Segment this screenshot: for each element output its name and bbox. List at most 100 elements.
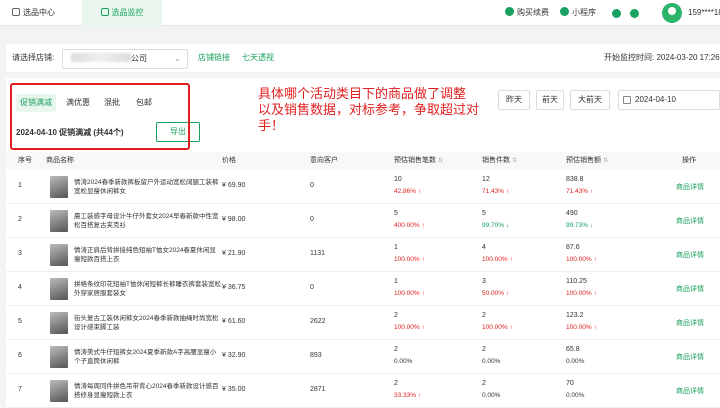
sales-amount: 123.2: [566, 312, 584, 319]
sales-change: 100.00% ↑: [566, 256, 597, 263]
headset-icon[interactable]: [612, 9, 621, 18]
product-detail-link[interactable]: 商品详情: [676, 250, 704, 260]
intent-customers: 0: [310, 284, 314, 291]
product-detail-link[interactable]: 商品详情: [676, 318, 704, 328]
product-name[interactable]: 晨工装感字母设计牛仔外套女2024早春新款中性宽松百搭复古夹克衫: [74, 212, 222, 230]
product-name[interactable]: 情涛正肩后背拼接纯色短袖T恤女2024春夏休闲显瘦短款百搭上衣: [74, 246, 222, 264]
store-label: 请选择店铺:: [12, 53, 55, 62]
pieces: 2: [482, 346, 486, 353]
table-row: 1 情涛2024春季新款裤板留户外运动宽松阔腿工装裤宽松显瘦休闲裤女 ¥ 69.…: [6, 170, 720, 204]
col-orders[interactable]: 预估销售笔数 ⇅: [394, 152, 443, 170]
price: ¥ 35.00: [222, 386, 246, 393]
sales-amount: 70: [566, 380, 574, 387]
orders-change: 100.00% ↑: [394, 324, 425, 331]
mini-program-button[interactable]: 小程序: [560, 0, 596, 26]
price: ¥ 21.90: [222, 250, 246, 257]
product-thumbnail[interactable]: [50, 380, 68, 402]
yesterday-button[interactable]: 昨天: [498, 90, 530, 110]
orders: 2: [394, 380, 398, 387]
avatar[interactable]: [662, 3, 682, 23]
table-row: 3 情涛正肩后背拼接纯色短袖T恤女2024春夏休闲显瘦短款百搭上衣 ¥ 21.9…: [6, 238, 720, 272]
orders-change: 42.86% ↑: [394, 188, 422, 195]
table-row: 5 街头复古工装休闲裤女2024春季新款抽绳时尚宽松设计感束脚工装 ¥ 61.6…: [6, 306, 720, 340]
home-icon: [12, 8, 20, 16]
product-detail-link[interactable]: 商品详情: [676, 352, 704, 362]
product-thumbnail[interactable]: [50, 346, 68, 368]
product-thumbnail[interactable]: [50, 176, 68, 198]
price: ¥ 69.90: [222, 182, 246, 189]
intent-customers: 1131: [310, 250, 326, 257]
orders: 2: [394, 346, 398, 353]
product-detail-link[interactable]: 商品详情: [676, 386, 704, 396]
product-detail-link[interactable]: 商品详情: [676, 284, 704, 294]
orders: 5: [394, 210, 398, 217]
product-thumbnail[interactable]: [50, 312, 68, 334]
sales-amount: 838.8: [566, 176, 584, 183]
sales-amount: 65.8: [566, 346, 580, 353]
pieces-change: 71.43% ↑: [482, 188, 510, 195]
pieces: 4: [482, 244, 486, 251]
calendar-icon: [623, 96, 631, 104]
store-select[interactable]: 公司 ⌄: [62, 49, 188, 69]
orders-change: 100.00% ↑: [394, 256, 425, 263]
refresh-icon[interactable]: [630, 9, 639, 18]
orders: 1: [394, 244, 398, 251]
intent-customers: 0: [310, 182, 314, 189]
pieces: 3: [482, 278, 486, 285]
filter-bar: 请选择店铺: 公司 ⌄ 店铺链接 七天透视 开始监控时间: 2024-03-20 …: [6, 44, 720, 72]
row-no: 2: [18, 216, 22, 223]
table-row: 4 拼格条纹印花短袖T恤休闲短裤长裤睡衣裤套装宽松外穿家居服套装女 ¥ 36.7…: [6, 272, 720, 306]
date-picker[interactable]: 2024-04-10: [618, 90, 720, 110]
price: ¥ 36.75: [222, 284, 246, 291]
mini-program-icon: [560, 7, 569, 16]
tab-product-monitor[interactable]: 选品监控: [82, 0, 162, 26]
three-days-ago-button[interactable]: 大前天: [570, 90, 610, 110]
price: ¥ 61.60: [222, 318, 246, 325]
user-name[interactable]: 159****18: [688, 0, 720, 26]
product-name[interactable]: 街头复古工装休闲裤女2024春季新款抽绳时尚宽松设计感束脚工装: [74, 314, 222, 332]
col-pieces[interactable]: 销售件数 ⇅: [482, 152, 517, 170]
seven-day-view-link[interactable]: 七天透视: [242, 44, 274, 72]
annotation-text: 具体哪个活动类目下的商品做了调整 以及销售数据，对标参考，争取超过对手！: [258, 86, 480, 133]
product-thumbnail[interactable]: [50, 278, 68, 300]
monitor-icon: [100, 8, 109, 16]
product-thumbnail[interactable]: [50, 244, 68, 266]
cart-icon: [505, 7, 514, 16]
col-sales[interactable]: 预估销售额 ⇅: [566, 152, 608, 170]
product-detail-link[interactable]: 商品详情: [676, 182, 704, 192]
pieces-change: 100.00% ↑: [482, 256, 513, 263]
product-thumbnail[interactable]: [50, 210, 68, 232]
table-header: 序号 商品名称 价格 意向客户 预估销售笔数 ⇅ 销售件数 ⇅ 预估销售额 ⇅ …: [6, 152, 720, 170]
pieces: 2: [482, 380, 486, 387]
sales-change: 71.43% ↑: [566, 188, 594, 195]
col-no: 序号: [18, 157, 32, 164]
intent-customers: 2871: [310, 386, 326, 393]
intent-customers: 0: [310, 216, 314, 223]
sales-amount: 87.6: [566, 244, 580, 251]
row-no: 4: [18, 284, 22, 291]
product-name[interactable]: 情涛美式牛仔短裤女2024夏季新款A字高腰显瘦小个子直筒休闲裤: [74, 348, 222, 366]
orders: 1: [394, 278, 398, 285]
product-name[interactable]: 情涛2024春季新款裤板留户外运动宽松阔腿工装裤宽松显瘦休闲裤女: [74, 178, 222, 196]
col-action: 操作: [682, 157, 696, 164]
product-name[interactable]: 情涛每周同件拼色吊带背心2024春季新款设计感百搭修身显瘦短款上衣: [74, 382, 222, 400]
pieces: 5: [482, 210, 486, 217]
sales-change: 0.00%: [566, 358, 585, 365]
tab-product-center[interactable]: 选品中心: [12, 0, 55, 26]
row-no: 3: [18, 250, 22, 257]
pieces: 12: [482, 176, 490, 183]
row-no: 1: [18, 182, 22, 189]
product-detail-link[interactable]: 商品详情: [676, 216, 704, 226]
chevron-down-icon: ⌄: [174, 54, 181, 63]
buy-renew-button[interactable]: 购买续费: [505, 0, 549, 26]
orders: 2: [394, 312, 398, 319]
pieces-change: 0.00%: [482, 358, 501, 365]
sort-icon: ⇅: [602, 158, 608, 164]
pieces-change: 0.00%: [482, 392, 501, 399]
day-before-button[interactable]: 前天: [536, 90, 564, 110]
store-link[interactable]: 店铺链接: [198, 44, 230, 72]
col-customers: 意向客户: [310, 157, 338, 164]
store-name-masked: [71, 53, 131, 62]
product-name[interactable]: 拼格条纹印花短袖T恤休闲短裤长裤睡衣裤套装宽松外穿家居服套装女: [74, 280, 222, 298]
sales-change: 99.73% ↓: [566, 222, 594, 229]
